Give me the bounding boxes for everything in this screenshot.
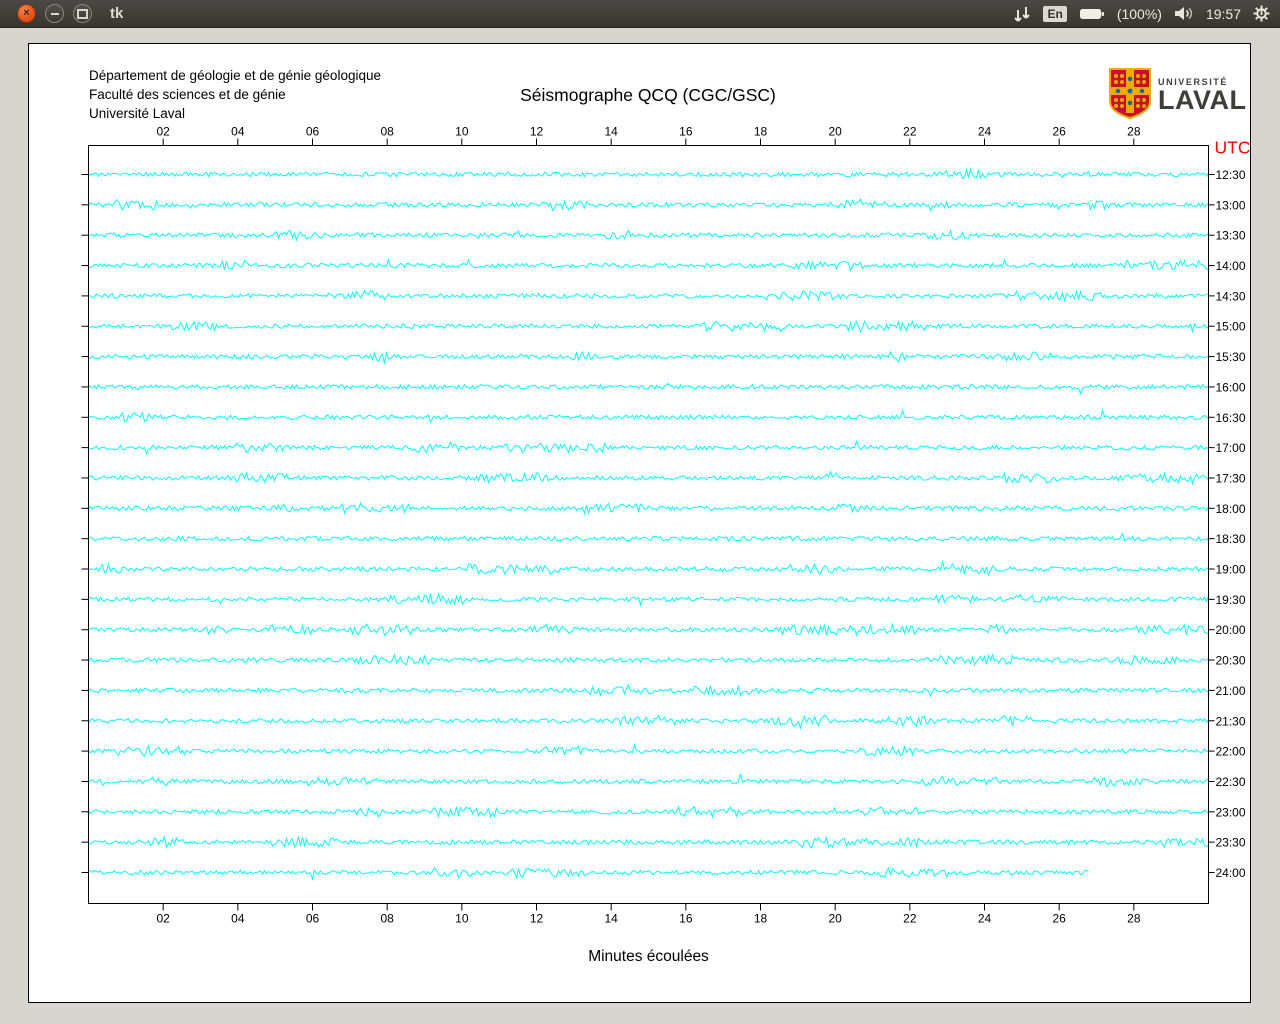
- x-tick-label-bottom: 10: [455, 912, 469, 926]
- x-tick-label-bottom: 12: [530, 912, 544, 926]
- x-tick-label-top: 10: [455, 125, 469, 139]
- utc-time-label: 22:00: [1216, 745, 1246, 759]
- x-tick-label-top: 06: [306, 125, 320, 139]
- seismo-trace: [88, 591, 1209, 607]
- seismo-trace: [88, 167, 1209, 180]
- seismo-trace: [88, 622, 1209, 637]
- clock[interactable]: 19:57: [1206, 6, 1241, 22]
- close-icon: ×: [23, 7, 30, 19]
- close-button[interactable]: ×: [17, 4, 36, 23]
- seismo-trace: [88, 773, 1209, 788]
- session-gear-icon[interactable]: [1253, 5, 1270, 22]
- x-tick-label-bottom: 18: [754, 912, 768, 926]
- utc-time-label: 13:00: [1216, 198, 1246, 212]
- minimize-icon: [50, 12, 59, 15]
- seismo-trace: [88, 408, 1209, 424]
- x-tick-label-bottom: 24: [978, 912, 992, 926]
- seismo-trace: [88, 653, 1209, 666]
- seismo-trace: [88, 470, 1209, 486]
- x-tick-label-top: 02: [156, 125, 170, 139]
- window-title: tk: [110, 5, 124, 22]
- utc-time-label: 15:00: [1216, 320, 1246, 334]
- utc-time-label: 20:00: [1216, 623, 1246, 637]
- utc-time-label: 20:30: [1216, 654, 1246, 668]
- battery-percent[interactable]: (100%): [1117, 6, 1162, 22]
- utc-time-label: 24:00: [1216, 866, 1246, 880]
- x-tick-label-top: 26: [1052, 125, 1066, 139]
- seismo-trace: [88, 258, 1209, 272]
- x-tick-label-bottom: 02: [156, 912, 170, 926]
- x-tick-label-bottom: 26: [1052, 912, 1066, 926]
- utc-time-label: 16:30: [1216, 411, 1246, 425]
- x-tick-label-top: 20: [828, 125, 842, 139]
- x-tick-label-top: 18: [754, 125, 768, 139]
- seismo-trace: [88, 439, 1209, 455]
- x-tick-label-bottom: 22: [903, 912, 917, 926]
- x-tick-label-bottom: 28: [1127, 912, 1141, 926]
- x-tick-label-top: 22: [903, 125, 917, 139]
- tk-window: Département de géologie et de génie géol…: [28, 43, 1251, 1003]
- utc-time-label: 12:30: [1216, 168, 1246, 182]
- maximize-icon: [77, 8, 88, 19]
- x-tick-label-top: 28: [1127, 125, 1141, 139]
- utc-time-label: 19:00: [1216, 563, 1246, 577]
- seismo-trace: [88, 714, 1209, 731]
- utc-time-label: 14:30: [1216, 289, 1246, 303]
- battery-icon[interactable]: [1079, 7, 1105, 21]
- volume-icon[interactable]: [1174, 6, 1194, 21]
- x-tick-label-top: 08: [380, 125, 394, 139]
- utc-time-label: 15:30: [1216, 350, 1246, 364]
- indicator-area: En (100%) 19:57: [1013, 5, 1280, 22]
- utc-time-label: 21:30: [1216, 714, 1246, 728]
- utc-time-label: 16:00: [1216, 380, 1246, 394]
- seismo-trace: [88, 319, 1209, 334]
- utc-time-label: 17:00: [1216, 441, 1246, 455]
- desktop: { "panel": { "window_title": "tk", "keyb…: [0, 0, 1280, 1024]
- utc-time-label: 13:30: [1216, 229, 1246, 243]
- seismo-trace: [88, 228, 1209, 242]
- utc-time-label: 22:30: [1216, 775, 1246, 789]
- seismogram-chart: 02 02 04 04 06 06 08 08 10 10 12 12 14 14 16 16 18 18 20 20…: [81, 125, 1251, 965]
- maximize-button[interactable]: [73, 4, 92, 23]
- x-tick-label-top: 16: [679, 125, 693, 139]
- utc-time-label: 18:00: [1216, 502, 1246, 516]
- x-tick-label-bottom: 08: [380, 912, 394, 926]
- utc-axis-title: UTC: [1215, 138, 1251, 158]
- minimize-button[interactable]: [45, 4, 64, 23]
- x-tick-label-bottom: 14: [604, 912, 618, 926]
- x-axis-label: Minutes écoulées: [588, 948, 709, 965]
- network-sync-icon[interactable]: [1013, 6, 1031, 22]
- window-controls: ×: [0, 4, 92, 23]
- seismo-trace: [88, 835, 1209, 850]
- seismo-trace: [88, 560, 1209, 577]
- utc-time-label: 21:00: [1216, 684, 1246, 698]
- utc-time-label: 19:30: [1216, 593, 1246, 607]
- utc-time-label: 14:00: [1216, 259, 1246, 273]
- x-tick-label-bottom: 06: [306, 912, 320, 926]
- plot-border: [88, 145, 1209, 904]
- utc-time-label: 17:30: [1216, 471, 1246, 485]
- seismo-trace: [88, 805, 1209, 819]
- seismo-trace: [88, 531, 1209, 542]
- x-tick-label-bottom: 20: [828, 912, 842, 926]
- seismo-trace: [88, 867, 1089, 881]
- seismo-trace: [88, 350, 1209, 364]
- x-tick-label-bottom: 16: [679, 912, 693, 926]
- seismo-trace: [88, 743, 1209, 757]
- seismo-trace: [88, 501, 1209, 516]
- utc-time-label: 23:30: [1216, 836, 1246, 850]
- seismo-trace: [88, 289, 1209, 303]
- utc-time-label: 18:30: [1216, 532, 1246, 546]
- seismo-trace: [88, 198, 1209, 212]
- utc-time-label: 23:00: [1216, 805, 1246, 819]
- x-tick-label-top: 24: [978, 125, 992, 139]
- top-panel: × tk En (100%) 19:57: [0, 0, 1280, 28]
- x-tick-label-top: 04: [231, 125, 245, 139]
- seismo-trace: [88, 382, 1209, 396]
- seismo-trace: [88, 683, 1209, 698]
- x-tick-label-top: 12: [530, 125, 544, 139]
- x-tick-label-top: 14: [604, 125, 618, 139]
- x-tick-label-bottom: 04: [231, 912, 245, 926]
- keyboard-layout-indicator[interactable]: En: [1043, 5, 1067, 22]
